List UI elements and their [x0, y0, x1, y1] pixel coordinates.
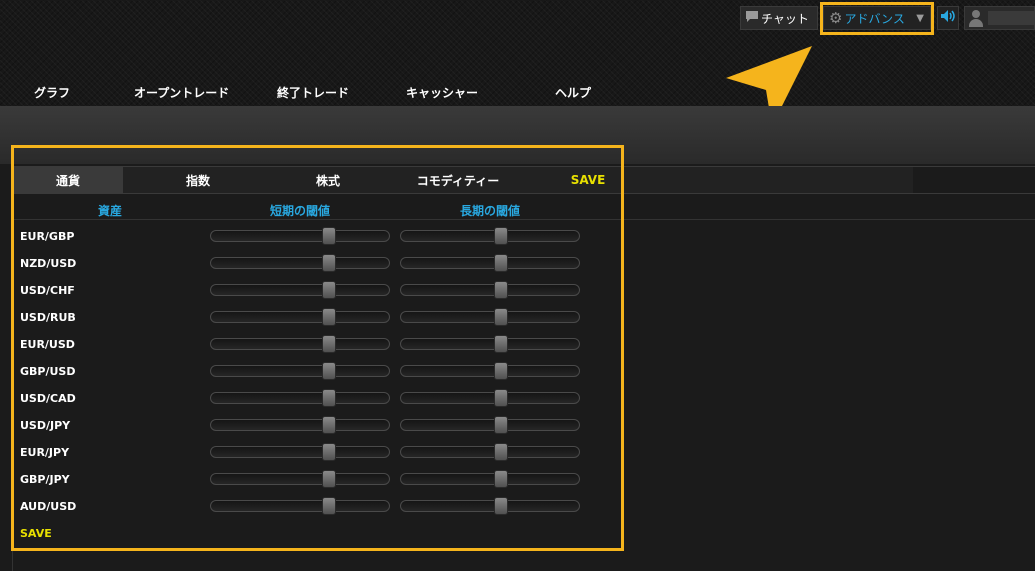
slider-handle[interactable]: [322, 254, 336, 272]
long-threshold-slider[interactable]: [400, 389, 580, 407]
long-threshold-slider[interactable]: [400, 443, 580, 461]
advanced-menu-button[interactable]: ⚙ アドバンス ▼: [823, 6, 931, 30]
slider-handle[interactable]: [322, 389, 336, 407]
slider-handle[interactable]: [322, 470, 336, 488]
short-threshold-slider[interactable]: [210, 470, 390, 488]
slider-handle[interactable]: [322, 227, 336, 245]
short-threshold-slider[interactable]: [210, 389, 390, 407]
long-threshold-slider[interactable]: [400, 497, 580, 515]
short-threshold-slider[interactable]: [210, 308, 390, 326]
slider-handle[interactable]: [494, 281, 508, 299]
long-threshold-slider[interactable]: [400, 308, 580, 326]
short-threshold-slider[interactable]: [210, 416, 390, 434]
short-threshold-slider[interactable]: [210, 362, 390, 380]
slider-handle[interactable]: [322, 362, 336, 380]
tab-save-button[interactable]: SAVE: [558, 167, 618, 193]
asset-label: USD/JPY: [20, 419, 71, 432]
caret-down-icon: ▼: [916, 12, 924, 24]
nav-item-graph[interactable]: グラフ: [34, 84, 70, 101]
left-divider: [12, 164, 13, 571]
slider-handle[interactable]: [494, 389, 508, 407]
long-threshold-slider[interactable]: [400, 416, 580, 434]
tab-indices[interactable]: 指数: [153, 167, 243, 193]
slider-handle[interactable]: [322, 281, 336, 299]
slider-handle[interactable]: [494, 497, 508, 515]
slider-handle[interactable]: [494, 416, 508, 434]
asset-label: EUR/GBP: [20, 230, 75, 243]
asset-label: EUR/USD: [20, 338, 75, 351]
slider-handle[interactable]: [322, 443, 336, 461]
nav-item-closed-trades[interactable]: 終了トレード: [277, 84, 349, 101]
tab-stocks[interactable]: 株式: [283, 167, 373, 193]
slider-handle[interactable]: [322, 416, 336, 434]
slider-handle[interactable]: [494, 335, 508, 353]
speaker-icon: [940, 9, 956, 27]
asset-label: AUD/USD: [20, 500, 77, 513]
tab-commodities[interactable]: コモディティー: [403, 167, 513, 193]
user-avatar-icon: [969, 9, 984, 27]
header-divider: [13, 219, 1035, 220]
user-account-button[interactable]: [964, 6, 1035, 30]
long-threshold-slider[interactable]: [400, 470, 580, 488]
chat-label: チャット: [761, 11, 809, 26]
short-threshold-slider[interactable]: [210, 281, 390, 299]
column-header-asset: 資産: [98, 204, 123, 218]
asset-label: GBP/JPY: [20, 473, 70, 486]
short-threshold-slider[interactable]: [210, 443, 390, 461]
asset-label: GBP/USD: [20, 365, 76, 378]
short-threshold-slider[interactable]: [210, 227, 390, 245]
asset-label: USD/CAD: [20, 392, 76, 405]
tab-currency[interactable]: 通貨: [13, 167, 123, 193]
long-threshold-slider[interactable]: [400, 362, 580, 380]
slider-handle[interactable]: [322, 335, 336, 353]
column-header-short-threshold: 短期の閾値: [270, 204, 331, 218]
long-threshold-slider[interactable]: [400, 227, 580, 245]
asset-label: USD/CHF: [20, 284, 75, 297]
tabs-row-extension: [913, 166, 1035, 194]
asset-label: EUR/JPY: [20, 446, 70, 459]
long-threshold-slider[interactable]: [400, 335, 580, 353]
slider-handle[interactable]: [494, 254, 508, 272]
long-threshold-slider[interactable]: [400, 254, 580, 272]
advanced-label: アドバンス: [844, 11, 905, 26]
sound-toggle-button[interactable]: [937, 6, 959, 30]
short-threshold-slider[interactable]: [210, 254, 390, 272]
long-threshold-slider[interactable]: [400, 281, 580, 299]
slider-handle[interactable]: [322, 497, 336, 515]
nav-item-open-trades[interactable]: オープントレード: [134, 84, 229, 101]
nav-item-help[interactable]: ヘルプ: [555, 84, 591, 101]
short-threshold-slider[interactable]: [210, 335, 390, 353]
slider-handle[interactable]: [322, 308, 336, 326]
asset-tabs: 通貨 指数 株式 コモディティー SAVE: [13, 166, 913, 194]
nav-item-cashier[interactable]: キャッシャー: [406, 84, 478, 101]
column-header-long-threshold: 長期の閾値: [460, 204, 521, 218]
gear-icon: ⚙: [829, 9, 843, 27]
slider-handle[interactable]: [494, 227, 508, 245]
chat-button[interactable]: チャット: [740, 6, 818, 30]
asset-label: NZD/USD: [20, 257, 77, 270]
sub-header-band: [0, 106, 1035, 164]
chat-bubble-icon: [745, 10, 759, 26]
short-threshold-slider[interactable]: [210, 497, 390, 515]
slider-handle[interactable]: [494, 362, 508, 380]
slider-handle[interactable]: [494, 470, 508, 488]
asset-label: USD/RUB: [20, 311, 76, 324]
slider-handle[interactable]: [494, 443, 508, 461]
user-name-placeholder: [988, 11, 1034, 25]
slider-handle[interactable]: [494, 308, 508, 326]
bottom-save-button[interactable]: SAVE: [20, 527, 52, 540]
